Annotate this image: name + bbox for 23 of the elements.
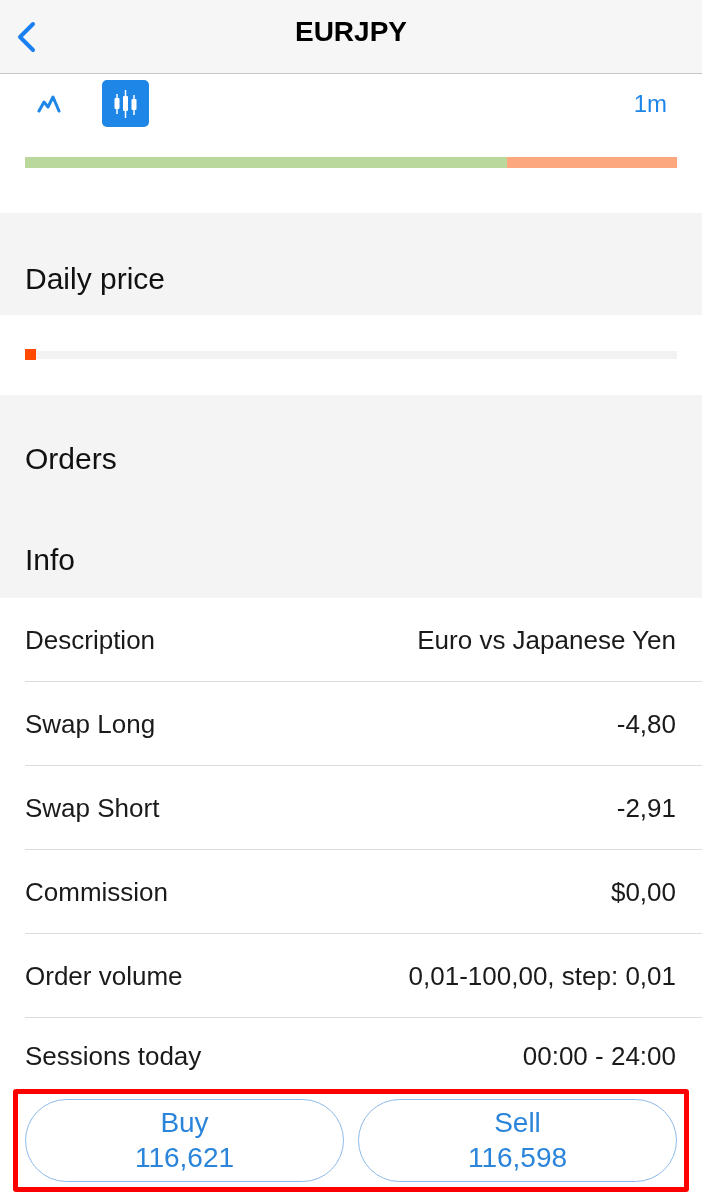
trade-button[interactable]: Buy 116,621	[25, 1099, 344, 1182]
info-value: 00:00 - 24:00	[522, 1040, 676, 1072]
info-value: -2,91	[616, 791, 676, 824]
info-value: $0,00	[610, 875, 676, 908]
section-heading: Daily price	[25, 261, 167, 297]
info-label: Description	[25, 623, 156, 656]
info-value: -4,80	[616, 707, 676, 740]
section-heading: Orders	[25, 441, 118, 477]
line-chart-icon	[36, 94, 61, 113]
info-label: Order volume	[25, 959, 183, 992]
info-label: Swap Short	[25, 791, 160, 824]
info-label: Swap Long	[25, 707, 156, 740]
info-label: Commission	[25, 875, 169, 908]
timeframe-button[interactable]: 1m	[623, 88, 677, 119]
section-heading: Info	[25, 542, 77, 578]
info-label: Sessions today	[25, 1040, 202, 1072]
back-chevron-icon	[15, 20, 37, 53]
screen-title: EURJPY	[295, 15, 407, 49]
info-value: Euro vs Japanese Yen	[417, 623, 676, 656]
candlestick-icon	[113, 89, 138, 118]
info-value: 0,01-100,00, step: 0,01	[408, 959, 676, 992]
trade-button[interactable]: Sell 116,598	[358, 1099, 677, 1182]
chart-type-button[interactable]	[102, 80, 149, 127]
